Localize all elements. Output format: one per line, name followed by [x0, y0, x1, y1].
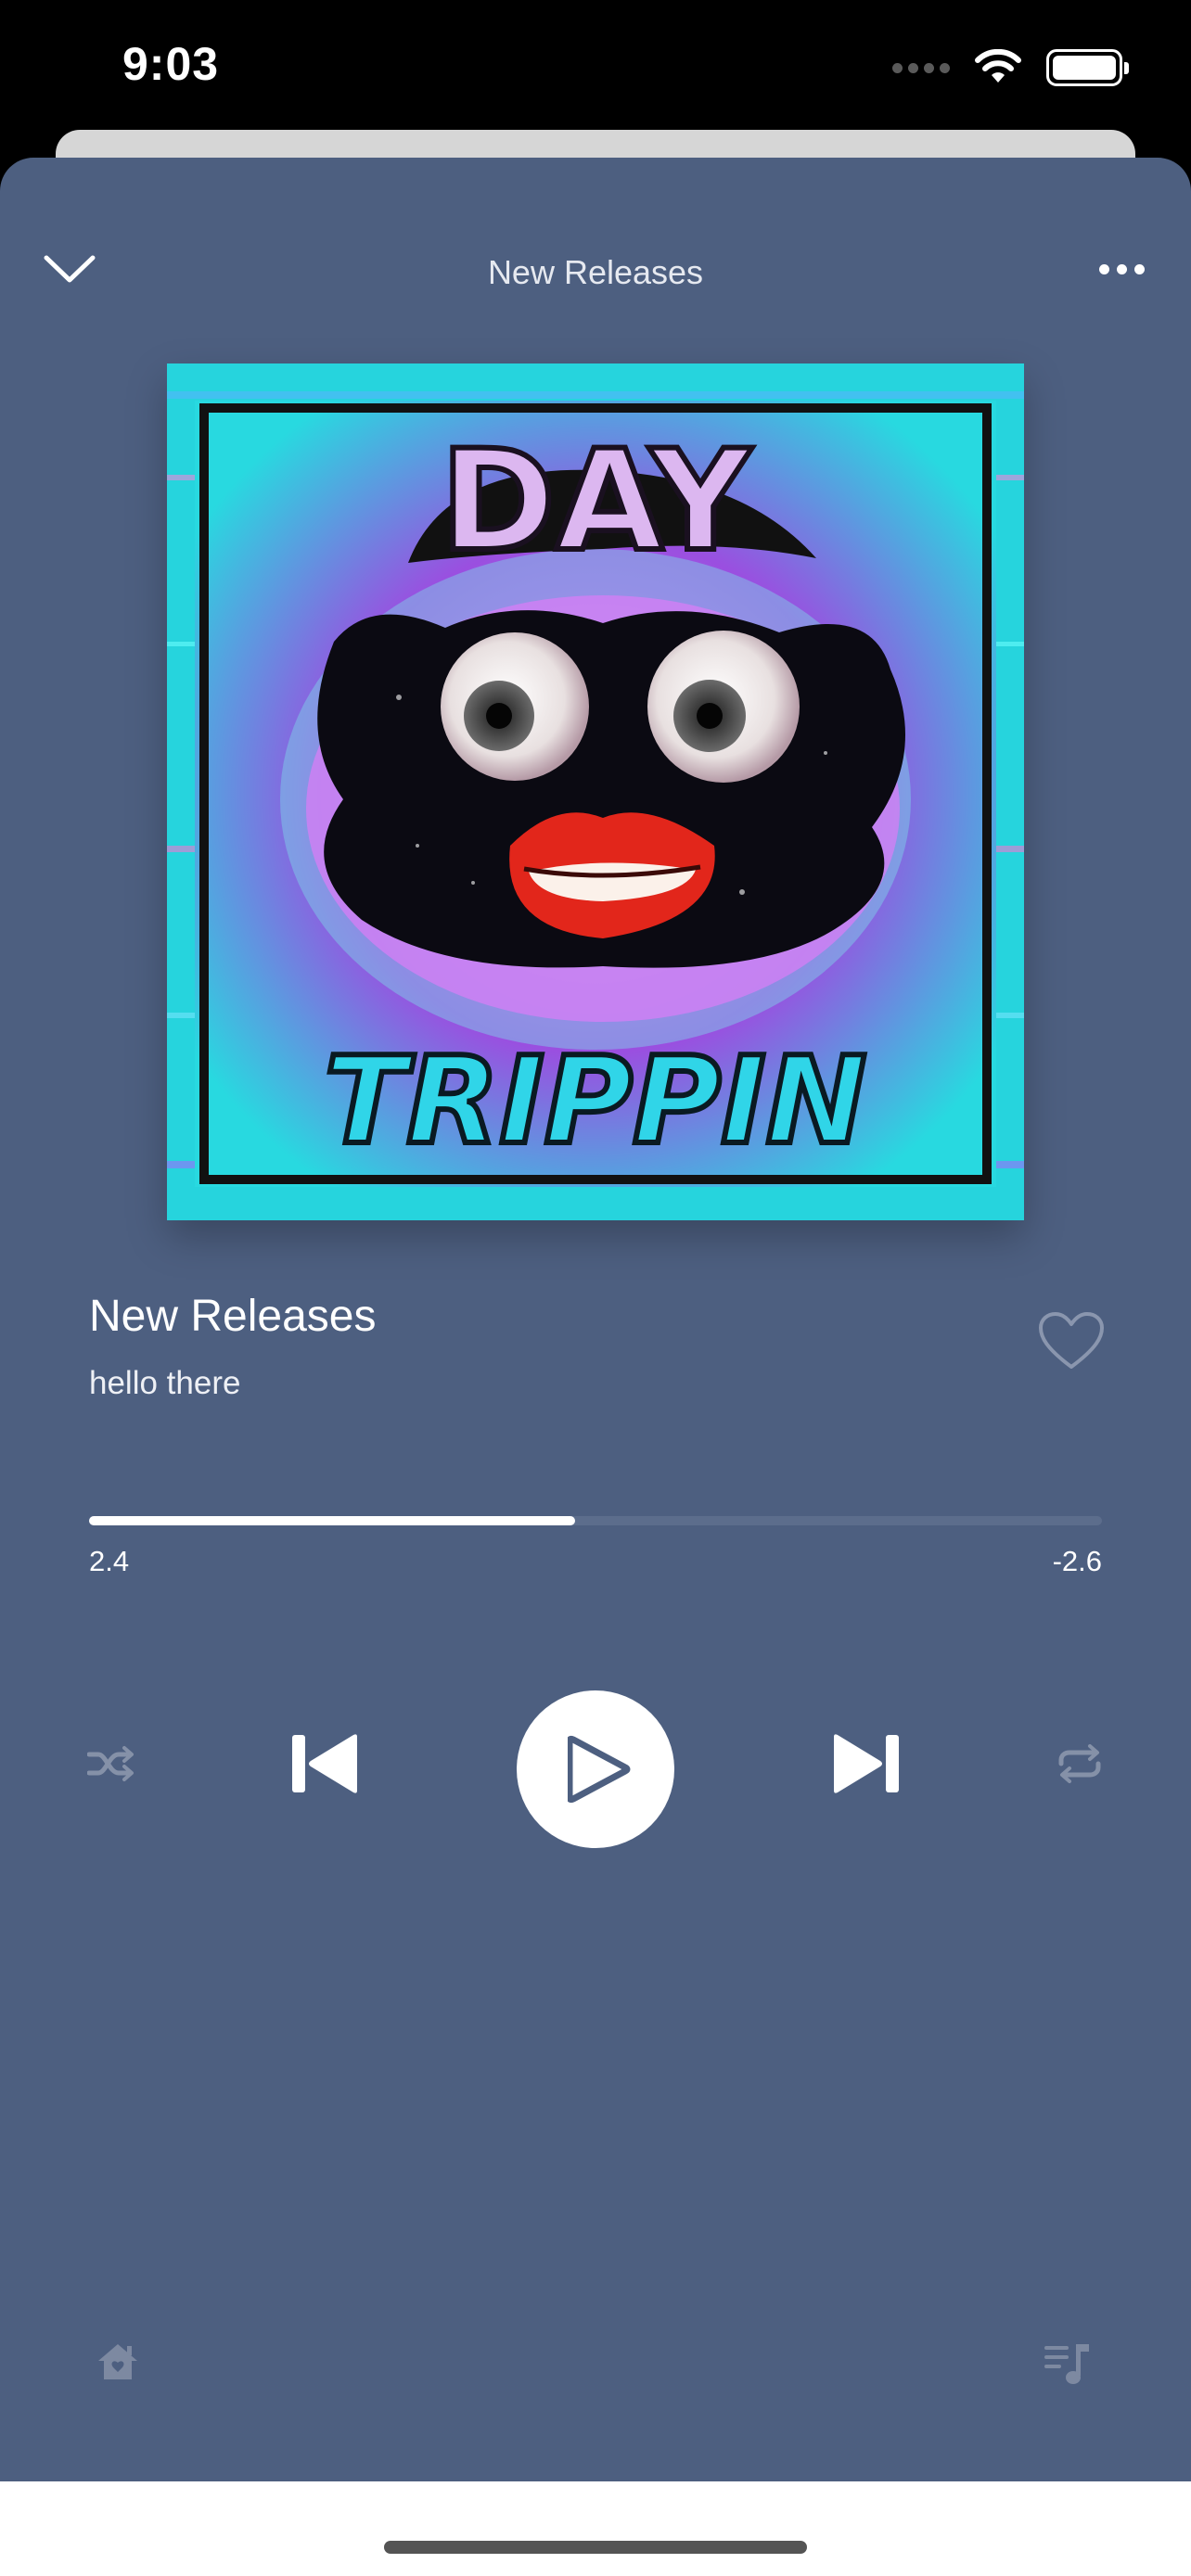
shuffle-button[interactable]	[83, 1736, 139, 1792]
album-artwork-image: DAY TRIPPIN	[167, 363, 1024, 1220]
play-button[interactable]	[517, 1690, 674, 1848]
skip-next-icon	[834, 1734, 899, 1793]
status-bar: 9:03	[0, 0, 1191, 130]
album-artwork: DAY TRIPPIN	[167, 363, 1024, 1220]
artwork-lettering-bottom: TRIPPIN	[325, 1030, 867, 1171]
home-indicator[interactable]	[384, 2541, 807, 2554]
status-icons	[892, 45, 1129, 91]
home-icon	[98, 2344, 137, 2379]
progress-slider[interactable]	[89, 1516, 1102, 1525]
more-horizontal-icon	[1098, 263, 1109, 274]
home-tab-button[interactable]	[95, 2340, 150, 2396]
wifi-icon	[975, 49, 1021, 83]
home-indicator-area	[0, 2481, 1191, 2576]
battery-icon	[1046, 49, 1129, 86]
now-playing-screen: 9:03 New Releases DAY TRIPPIN New Releas…	[0, 0, 1191, 2576]
queue-tab-button[interactable]	[1043, 2340, 1098, 2396]
more-options-button[interactable]	[1089, 246, 1154, 292]
shuffle-icon	[87, 1746, 134, 1781]
like-button[interactable]	[1037, 1311, 1106, 1372]
play-icon	[568, 1735, 631, 1804]
artwork-lettering-top: DAY	[441, 421, 753, 582]
heart-icon	[1039, 1312, 1104, 1369]
now-playing-sheet: New Releases DAY TRIPPIN New Releases he…	[0, 158, 1191, 2481]
status-time: 9:03	[122, 38, 220, 90]
track-artist: hello there	[89, 1365, 241, 1401]
header-title: New Releases	[487, 253, 704, 291]
repeat-button[interactable]	[1052, 1736, 1108, 1792]
track-title: New Releases	[89, 1292, 377, 1341]
time-elapsed: 2.4	[89, 1545, 130, 1577]
progress-fill	[89, 1516, 576, 1525]
signal-dots-icon	[892, 62, 950, 73]
queue-music-icon	[1044, 2344, 1089, 2384]
skip-previous-icon	[292, 1734, 357, 1793]
previous-button[interactable]	[284, 1727, 367, 1801]
next-button[interactable]	[824, 1727, 907, 1801]
time-remaining: -2.6	[1052, 1545, 1102, 1577]
repeat-icon	[1058, 1744, 1101, 1783]
